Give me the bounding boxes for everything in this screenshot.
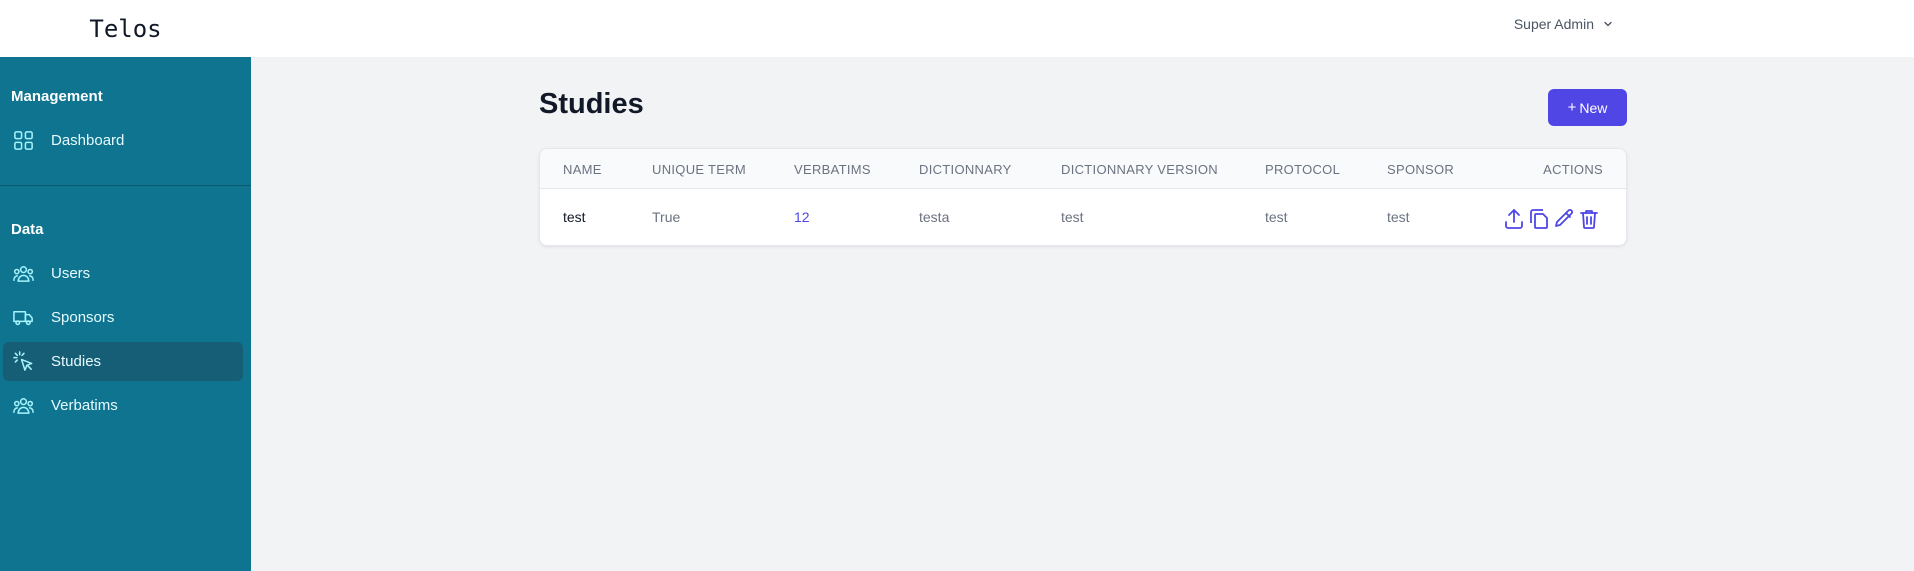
sidebar: Telos Management Dashboard Data Users Sp… — [0, 0, 251, 571]
truck-icon — [13, 310, 33, 326]
section-title-data: Data — [11, 221, 44, 238]
column-header-dictionnary[interactable]: DICTIONNARY — [919, 162, 1012, 177]
edit-button[interactable] — [1552, 207, 1576, 231]
users-icon — [13, 266, 34, 282]
app-logo[interactable]: Telos — [89, 15, 161, 43]
chevron-down-icon — [1604, 21, 1612, 27]
cell-dictionnary: testa — [919, 209, 950, 225]
cell-protocol: test — [1265, 209, 1288, 225]
sidebar-item-label: Dashboard — [51, 132, 125, 149]
column-header-actions: ACTIONS — [1543, 162, 1603, 177]
cell-sponsor: test — [1387, 209, 1410, 225]
trash-icon — [1580, 210, 1598, 229]
sidebar-item-verbatims[interactable]: Verbatims — [3, 386, 243, 425]
cursor-click-icon — [13, 351, 33, 371]
page-title: Studies — [539, 88, 644, 120]
column-header-name[interactable]: NAME — [563, 162, 602, 177]
table-row: test True 12 testa test test test — [540, 189, 1626, 245]
column-header-unique-term[interactable]: UNIQUE TERM — [652, 162, 746, 177]
sidebar-item-dashboard[interactable]: Dashboard — [3, 121, 243, 160]
sidebar-item-label: Users — [51, 265, 91, 282]
studies-table: NAME UNIQUE TERM VERBATIMS DICTIONNARY D… — [539, 148, 1627, 246]
column-header-verbatims[interactable]: VERBATIMS — [794, 162, 871, 177]
new-study-button[interactable]: + New — [1548, 89, 1627, 126]
upload-icon — [1505, 209, 1523, 229]
sidebar-item-studies[interactable]: Studies — [3, 342, 243, 381]
section-title-management: Management — [11, 88, 103, 105]
logo-area: Telos — [0, 0, 251, 57]
column-header-protocol[interactable]: PROTOCOL — [1265, 162, 1340, 177]
sidebar-item-sponsors[interactable]: Sponsors — [3, 298, 243, 337]
cell-verbatims-link[interactable]: 12 — [794, 209, 810, 225]
row-actions — [1502, 207, 1601, 231]
cell-name: test — [563, 209, 586, 225]
table-header: NAME UNIQUE TERM VERBATIMS DICTIONNARY D… — [540, 149, 1626, 189]
sidebar-item-label: Studies — [51, 353, 102, 370]
new-button-label: New — [1579, 99, 1608, 116]
users-icon — [13, 398, 34, 414]
user-name: Super Admin — [1513, 16, 1594, 32]
delete-button[interactable] — [1577, 207, 1601, 231]
sidebar-item-users[interactable]: Users — [3, 254, 243, 293]
duplicate-button[interactable] — [1527, 207, 1551, 231]
cell-unique-term: True — [652, 209, 681, 225]
plus-icon: + — [1567, 99, 1577, 116]
sidebar-divider — [0, 185, 251, 186]
upload-button[interactable] — [1502, 207, 1526, 231]
column-header-dictionnary-version[interactable]: DICTIONNARY VERSION — [1061, 162, 1218, 177]
grid-icon — [14, 131, 33, 150]
sidebar-item-label: Sponsors — [51, 309, 115, 326]
sidebar-item-label: Verbatims — [51, 397, 118, 414]
copy-icon — [1530, 209, 1548, 229]
user-menu[interactable]: Super Admin — [1514, 16, 1614, 32]
top-bar: Super Admin — [251, 0, 1914, 57]
cell-dictionnary-version: test — [1061, 209, 1084, 225]
column-header-sponsor[interactable]: SPONSOR — [1387, 162, 1454, 177]
pencil-icon — [1555, 209, 1573, 227]
